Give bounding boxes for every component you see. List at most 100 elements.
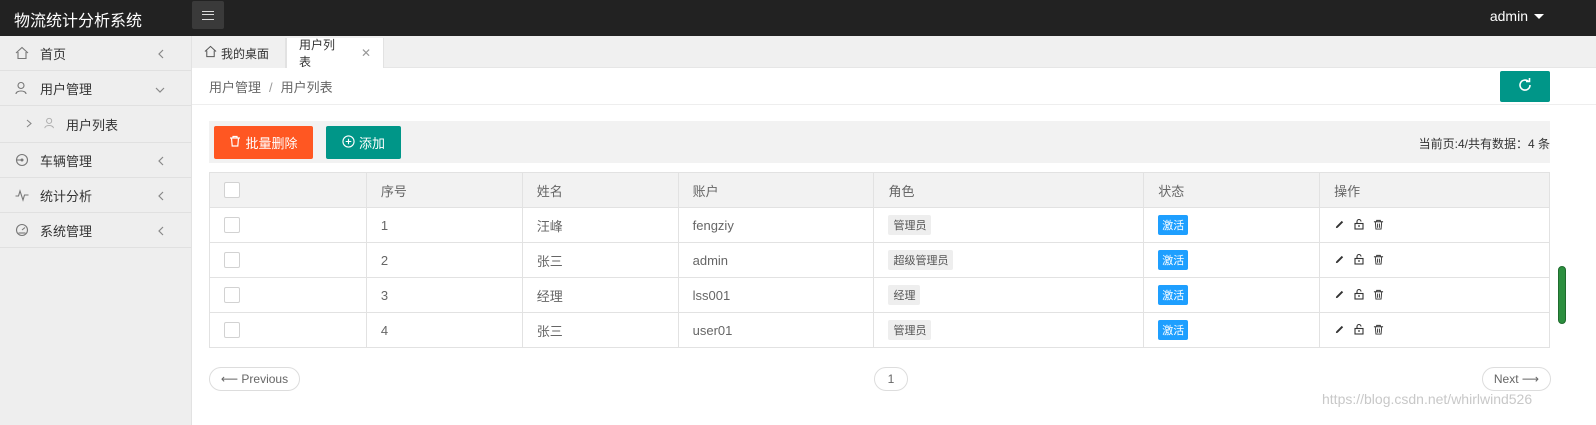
sidebar-item-vehicle-management[interactable]: 车辆管理 — [0, 143, 191, 178]
car-icon — [14, 152, 30, 168]
home-icon — [204, 45, 217, 61]
sidebar-item-label: 车辆管理 — [40, 153, 93, 169]
status-badge[interactable]: 激活 — [1158, 320, 1189, 340]
cell-actions — [1319, 207, 1550, 243]
menu-toggle-button[interactable] — [192, 1, 224, 29]
table-row: 4 张三 user01 管理员 激活 — [209, 312, 1550, 348]
sidebar-item-user-management[interactable]: 用户管理 — [0, 71, 191, 106]
close-icon[interactable]: ✕ — [361, 46, 371, 60]
cell-status: 激活 — [1143, 242, 1321, 278]
page-info: 当前页:4/共有数据：4 条 — [1418, 137, 1550, 151]
lock-icon[interactable] — [1353, 253, 1365, 268]
status-badge[interactable]: 激活 — [1158, 215, 1189, 235]
user-icon — [44, 117, 56, 132]
status-badge[interactable]: 激活 — [1158, 250, 1189, 270]
cell-name: 张三 — [521, 242, 679, 278]
row-checkbox[interactable] — [224, 287, 240, 304]
sidebar-item-label: 用户管理 — [40, 81, 93, 97]
add-label: 添加 — [358, 136, 385, 151]
cell-actions — [1319, 312, 1550, 348]
tab-strip: 我的桌面 用户列表 ✕ — [192, 36, 1596, 69]
home-icon — [14, 45, 30, 61]
row-select-cell — [209, 207, 367, 243]
delete-icon[interactable] — [1373, 323, 1384, 338]
sidebar-subitem-user-list[interactable]: 用户列表 — [0, 106, 191, 143]
chart-icon — [14, 187, 30, 203]
sidebar-item-label: 统计分析 — [40, 188, 93, 204]
row-select-cell — [209, 242, 367, 278]
sidebar-item-statistics[interactable]: 统计分析 — [0, 178, 191, 213]
cell-status: 激活 — [1143, 277, 1321, 313]
column-header: 角色 — [873, 172, 1145, 208]
lock-icon[interactable] — [1353, 323, 1365, 338]
cell-name: 汪峰 — [521, 207, 679, 243]
add-button[interactable]: 添加 — [326, 126, 401, 159]
chevron-left-icon — [157, 47, 165, 62]
column-header: 账户 — [677, 172, 875, 208]
cell-id: 4 — [365, 312, 523, 348]
select-all-cell — [209, 172, 367, 208]
page-number-button[interactable]: 1 — [874, 367, 908, 391]
cell-account: fengziy — [677, 207, 875, 243]
batch-delete-button[interactable]: 批量删除 — [214, 126, 313, 159]
cell-id: 1 — [365, 207, 523, 243]
role-tag: 管理员 — [888, 215, 932, 235]
edit-icon[interactable] — [1334, 323, 1345, 338]
chevron-right-icon — [26, 117, 32, 131]
tab-label: 用户列表 — [299, 38, 336, 69]
sidebar-subitem-label: 用户列表 — [66, 117, 119, 133]
cell-account: lss001 — [677, 277, 875, 313]
app-title: 物流统计分析系统 — [14, 13, 143, 30]
tab-label: 我的桌面 — [221, 46, 270, 61]
tab-my-desktop[interactable]: 我的桌面 — [192, 38, 286, 68]
sidebar-item-system-management[interactable]: 系统管理 — [0, 213, 191, 248]
user-name: admin — [1489, 8, 1528, 24]
scrollbar-thumb[interactable] — [1558, 266, 1566, 324]
row-checkbox[interactable] — [224, 252, 240, 269]
batch-delete-label: 批量删除 — [245, 136, 298, 151]
toolbar: 批量删除 添加 当前页:4/共有数据：4 条 — [209, 121, 1550, 163]
tab-user-list[interactable]: 用户列表 ✕ — [286, 38, 384, 69]
breadcrumb-separator: / — [269, 80, 273, 95]
column-header: 姓名 — [521, 172, 679, 208]
breadcrumb: 用户管理 / 用户列表 — [209, 77, 333, 96]
chevron-left-icon — [157, 154, 165, 169]
user-table: 序号 姓名 账户 角色 状态 操作 1 汪峰 fengziy 管理员 激活 2 张三 admi… — [209, 172, 1550, 348]
cell-actions — [1319, 242, 1550, 278]
refresh-button[interactable] — [1500, 71, 1550, 102]
row-checkbox[interactable] — [224, 217, 240, 234]
chevron-down-icon — [155, 82, 165, 97]
edit-icon[interactable] — [1334, 253, 1345, 268]
next-page-button[interactable]: Next ⟶ — [1482, 367, 1551, 391]
delete-icon[interactable] — [1373, 288, 1384, 303]
trash-icon — [229, 135, 241, 150]
edit-icon[interactable] — [1334, 218, 1345, 233]
table-header-row: 序号 姓名 账户 角色 状态 操作 — [209, 172, 1550, 208]
sidebar-item-home[interactable]: 首页 — [0, 36, 191, 71]
cell-account: user01 — [677, 312, 875, 348]
delete-icon[interactable] — [1373, 218, 1384, 233]
delete-icon[interactable] — [1373, 253, 1384, 268]
cell-name: 经理 — [521, 277, 679, 313]
gauge-icon — [14, 222, 30, 238]
watermark: https://blog.csdn.net/whirlwind526 — [1322, 391, 1533, 407]
cell-status: 激活 — [1143, 207, 1321, 243]
lock-icon[interactable] — [1353, 288, 1365, 303]
previous-page-button[interactable]: ⟵ Previous — [209, 367, 300, 391]
status-badge[interactable]: 激活 — [1158, 285, 1189, 305]
user-menu[interactable]: admin — [1490, 8, 1544, 24]
select-all-checkbox[interactable] — [224, 182, 240, 199]
lock-icon[interactable] — [1353, 218, 1365, 233]
cell-id: 2 — [365, 242, 523, 278]
table-row: 3 经理 lss001 经理 激活 — [209, 277, 1550, 313]
chevron-left-icon — [157, 189, 165, 204]
row-checkbox[interactable] — [224, 322, 240, 339]
cell-status: 激活 — [1143, 312, 1321, 348]
column-header: 状态 — [1143, 172, 1321, 208]
edit-icon[interactable] — [1334, 288, 1345, 303]
breadcrumb-parent[interactable]: 用户管理 — [209, 80, 261, 95]
chevron-left-icon — [157, 224, 165, 239]
role-tag: 超级管理员 — [888, 250, 954, 270]
column-header: 操作 — [1319, 172, 1550, 208]
breadcrumb-current: 用户列表 — [280, 80, 333, 95]
